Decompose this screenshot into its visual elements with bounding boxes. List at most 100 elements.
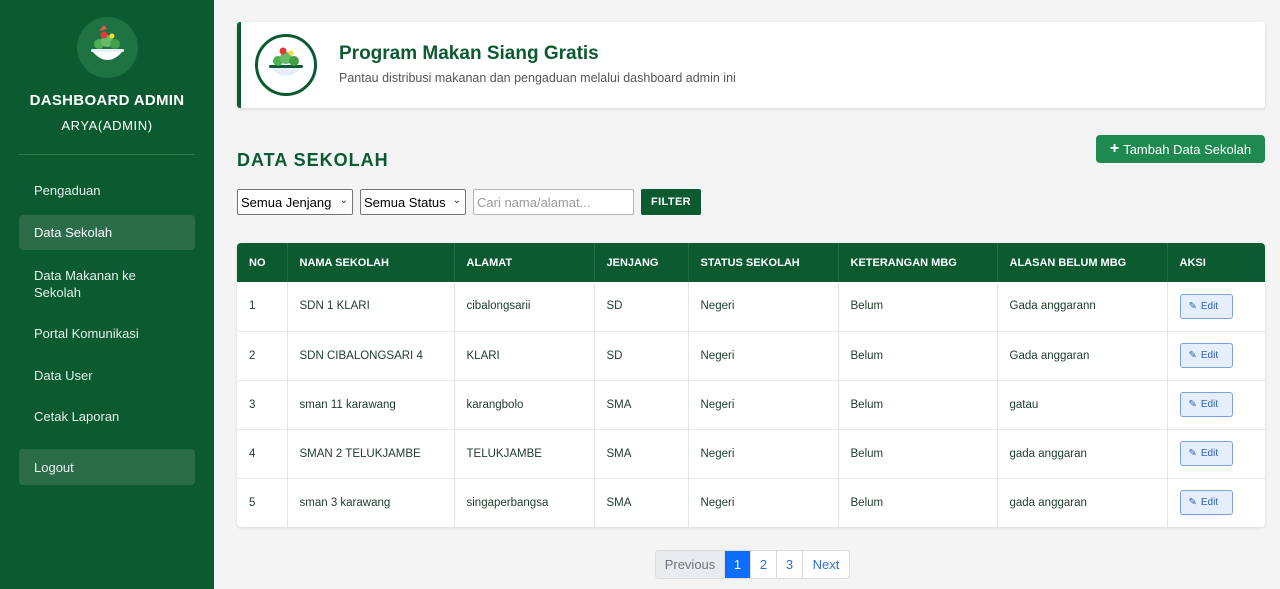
cell-alasan-belum-mbg: gada anggaran: [997, 429, 1168, 479]
sidebar-item-label: Data Makanan ke Sekolah: [34, 267, 136, 300]
table-header-row: NO NAMA SEKOLAH ALAMAT JENJANG STATUS SE…: [237, 243, 1265, 282]
sidebar-divider: [19, 154, 195, 155]
column-header-no: NO: [237, 243, 288, 282]
add-school-label: Tambah Data Sekolah: [1123, 141, 1252, 157]
cell-no: 5: [237, 478, 288, 527]
cell-keterangan-mbg: Belum: [838, 282, 998, 332]
cell-nama-sekolah: sman 3 karawang: [287, 478, 455, 527]
edit-button[interactable]: ✎ Edit: [1179, 490, 1233, 515]
cell-alamat: cibalongsarii: [454, 282, 595, 332]
cell-aksi: ✎ Edit: [1167, 282, 1265, 332]
add-school-button[interactable]: + Tambah Data Sekolah: [1096, 135, 1265, 163]
edit-icon: ✎: [1188, 350, 1197, 361]
sidebar-item-label: Portal Komunikasi: [34, 325, 139, 341]
sidebar-item-data-sekolah[interactable]: Data Sekolah: [19, 215, 195, 250]
cell-no: 2: [237, 331, 288, 381]
sidebar-item-label: Data Sekolah: [34, 225, 113, 240]
jenjang-select-value: Semua Jenjang: [241, 194, 332, 210]
cell-alamat: karangbolo: [454, 380, 595, 430]
jenjang-select[interactable]: Semua Jenjang ⌄: [237, 189, 353, 215]
edit-label: Edit: [1200, 497, 1219, 508]
table-row: 3 sman 11 karawang karangbolo SMA Negeri…: [237, 380, 1265, 430]
table-row: 5 sman 3 karawang singaperbangsa SMA Neg…: [237, 478, 1265, 527]
cell-alasan-belum-mbg: Gada anggarann: [997, 282, 1168, 332]
edit-label: Edit: [1200, 448, 1219, 459]
page-title: Program Makan Siang Gratis: [339, 43, 599, 64]
cell-nama-sekolah: SMAN 2 TELUKJAMBE: [287, 429, 455, 479]
logout-button[interactable]: Logout: [19, 449, 195, 485]
page-subtitle: Pantau distribusi makanan dan pengaduan …: [339, 71, 736, 85]
filter-button[interactable]: FILTER: [641, 189, 701, 215]
cell-nama-sekolah: SDN 1 KLARI: [287, 282, 455, 332]
edit-button[interactable]: ✎ Edit: [1179, 392, 1233, 417]
sidebar-item-label: Data User: [34, 367, 93, 383]
cell-alasan-belum-mbg: gatau: [997, 380, 1168, 430]
sidebar-item-cetak-laporan[interactable]: Cetak Laporan: [19, 398, 195, 434]
cell-no: 1: [237, 282, 288, 332]
edit-icon: ✎: [1188, 497, 1197, 508]
column-header-alamat: ALAMAT: [454, 243, 595, 282]
edit-button[interactable]: ✎ Edit: [1179, 293, 1233, 319]
column-header-status-sekolah: STATUS SEKOLAH: [688, 243, 839, 282]
sidebar-user-name: ARYA(ADMIN): [61, 118, 153, 133]
sidebar-item-portal-komunikasi[interactable]: Portal Komunikasi: [19, 315, 195, 351]
cell-jenjang: SMA: [594, 429, 689, 479]
pagination-page-2[interactable]: 2: [751, 551, 777, 578]
cell-status-sekolah: Negeri: [688, 331, 839, 381]
cell-jenjang: SD: [594, 331, 689, 381]
header-card: Program Makan Siang Gratis Pantau distri…: [237, 22, 1265, 108]
cell-status-sekolah: Negeri: [688, 282, 839, 332]
sidebar-item-data-makanan[interactable]: Data Makanan ke Sekolah: [19, 258, 195, 309]
edit-button[interactable]: ✎ Edit: [1179, 441, 1233, 466]
status-select-value: Semua Status: [364, 194, 446, 210]
sidebar-item-data-user[interactable]: Data User: [19, 357, 195, 393]
cell-status-sekolah: Negeri: [688, 380, 839, 430]
search-input[interactable]: Cari nama/alamat...: [473, 189, 634, 215]
sidebar-item-label: Pengaduan: [34, 183, 101, 198]
pagination-next[interactable]: Next: [803, 551, 849, 578]
chevron-down-icon: ⌄: [452, 195, 461, 206]
edit-label: Edit: [1200, 350, 1219, 361]
cell-status-sekolah: Negeri: [688, 429, 839, 479]
cell-jenjang: SD: [594, 282, 689, 332]
sidebar-title: DASHBOARD ADMIN: [29, 92, 185, 109]
cell-no: 4: [237, 429, 288, 479]
pagination-page-3[interactable]: 3: [777, 551, 803, 578]
cell-nama-sekolah: sman 11 karawang: [287, 380, 455, 430]
column-header-nama-sekolah: NAMA SEKOLAH: [287, 243, 455, 282]
plus-icon: +: [1109, 140, 1120, 157]
cell-alasan-belum-mbg: Gada anggaran: [997, 331, 1168, 381]
column-header-aksi: AKSI: [1179, 256, 1206, 269]
cell-aksi: ✎ Edit: [1167, 380, 1265, 430]
schools-table: NO NAMA SEKOLAH ALAMAT JENJANG STATUS SE…: [237, 243, 1265, 527]
cell-status-sekolah: Negeri: [688, 478, 839, 527]
cell-keterangan-mbg: Belum: [838, 478, 998, 527]
table-row: 2 SDN CIBALONGSARI 4 KLARI SD Negeri Bel…: [237, 331, 1265, 381]
cell-nama-sekolah: SDN CIBALONGSARI 4: [287, 331, 455, 381]
cell-aksi: ✎ Edit: [1167, 478, 1265, 527]
program-logo-icon: [255, 34, 317, 96]
cell-alamat: KLARI: [454, 331, 595, 381]
sidebar-item-pengaduan[interactable]: Pengaduan: [19, 172, 195, 209]
chevron-down-icon: ⌄: [339, 195, 348, 206]
edit-button[interactable]: ✎ Edit: [1179, 343, 1233, 368]
salad-bowl-logo-icon: [77, 17, 138, 78]
cell-keterangan-mbg: Belum: [838, 331, 998, 381]
section-title: DATA SEKOLAH: [237, 150, 389, 170]
search-placeholder: Cari nama/alamat...: [477, 194, 591, 210]
cell-jenjang: SMA: [594, 380, 689, 430]
cell-alasan-belum-mbg: gada anggaran: [997, 478, 1168, 527]
sidebar: DASHBOARD ADMIN ARYA(ADMIN) Pengaduan Da…: [0, 0, 214, 589]
edit-label: Edit: [1200, 300, 1219, 312]
edit-icon: ✎: [1188, 399, 1197, 410]
cell-aksi: ✎ Edit: [1167, 331, 1265, 381]
cell-no: 3: [237, 380, 288, 430]
column-header-alasan-belum-mbg: ALASAN BELUM MBG: [997, 243, 1168, 282]
pagination-previous[interactable]: Previous: [656, 551, 725, 578]
edit-icon: ✎: [1188, 300, 1197, 312]
pagination-page-1[interactable]: 1: [725, 551, 751, 578]
cell-keterangan-mbg: Belum: [838, 429, 998, 479]
status-select[interactable]: Semua Status ⌄: [360, 189, 466, 215]
logout-label: Logout: [34, 459, 74, 475]
cell-aksi: ✎ Edit: [1167, 429, 1265, 479]
